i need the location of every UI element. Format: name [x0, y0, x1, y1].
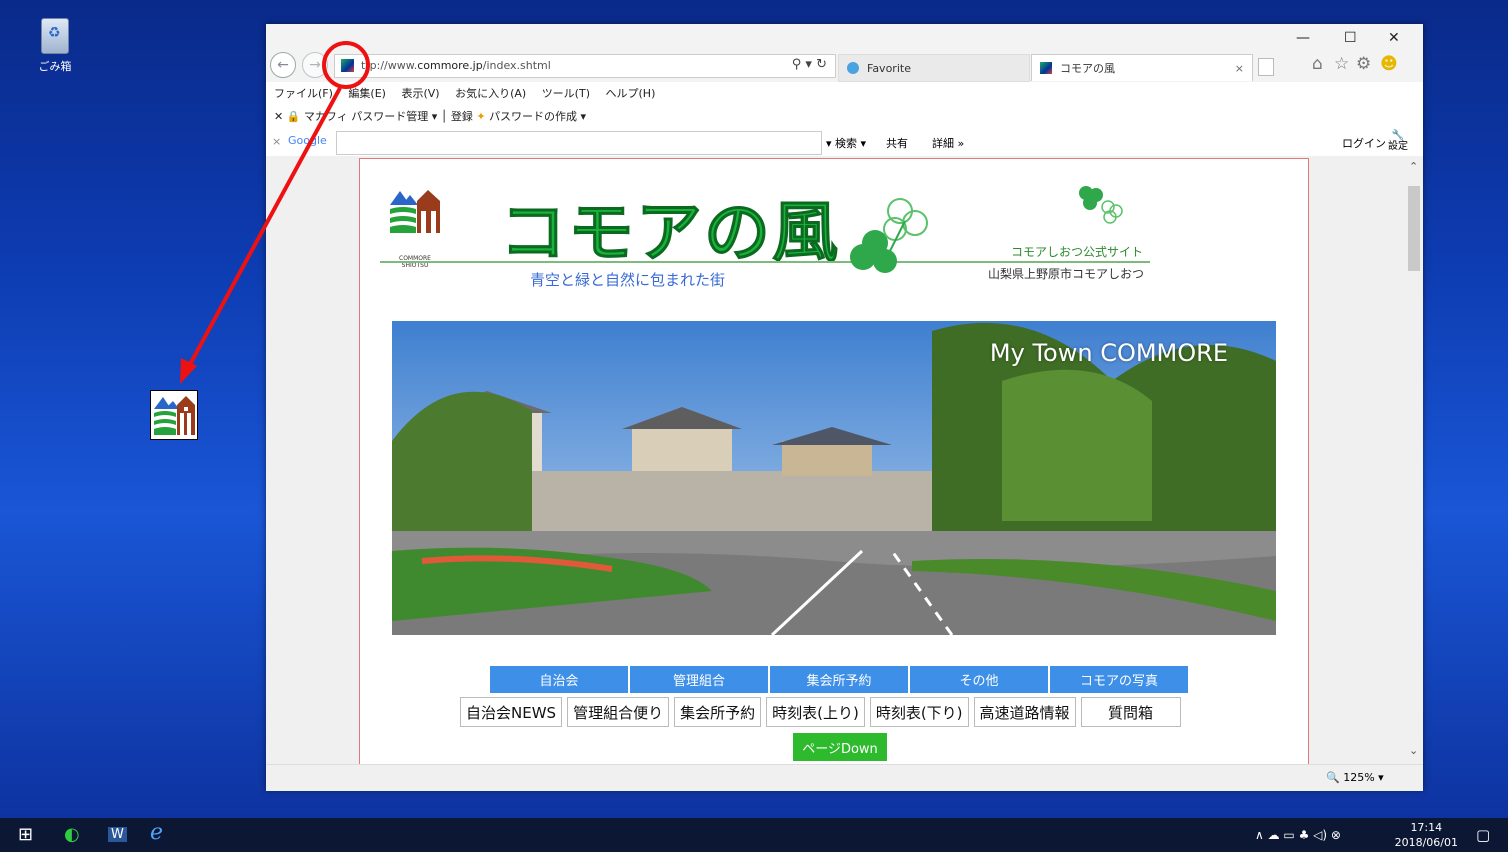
annotation-arrow [180, 87, 342, 384]
clock-time: 17:14 [1410, 821, 1443, 834]
internet-explorer-icon[interactable]: ℯ [150, 820, 163, 845]
clock-date: 2018/06/01 [1394, 836, 1458, 849]
clock[interactable]: 17:14 2018/06/01 [1395, 820, 1458, 850]
notification-icon[interactable]: ▢ [1476, 826, 1490, 844]
start-button-icon[interactable]: ⊞ [18, 824, 33, 845]
system-tray-icons[interactable]: ∧ ☁ ▭ ♣ ◁) ⊗ [1255, 828, 1341, 842]
word-icon[interactable]: W [108, 827, 127, 842]
taskbar: ⊞ ◐ W ℯ ∧ ☁ ▭ ♣ ◁) ⊗ 17:14 2018/06/01 ▢ [0, 818, 1508, 852]
app-icon-green[interactable]: ◐ [64, 824, 80, 845]
